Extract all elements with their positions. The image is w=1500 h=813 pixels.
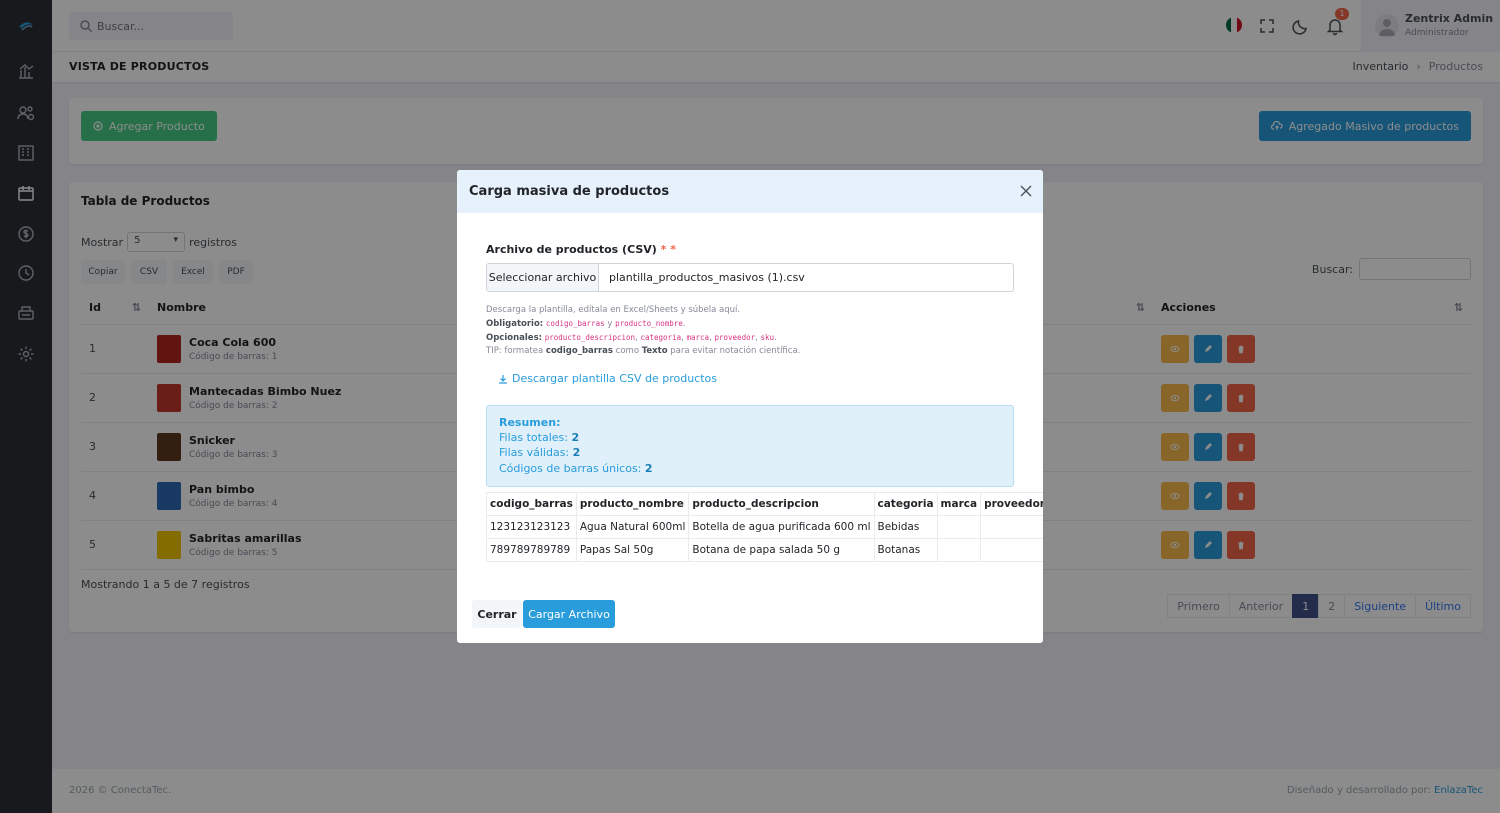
summary-unique: Códigos de barras únicos: 2: [499, 462, 653, 475]
preview-cell: [936, 515, 982, 539]
tip-word: Texto: [641, 346, 668, 356]
preview-cell: 789789789789: [486, 538, 577, 562]
modal-title: Carga masiva de productos: [469, 184, 670, 199]
close-icon[interactable]: [1019, 184, 1033, 198]
upload-file-button[interactable]: Cargar Archivo: [523, 600, 615, 628]
preview-column-header: marca: [936, 492, 982, 516]
bulk-upload-modal: Carga masiva de productos Archivo de pro…: [457, 170, 1043, 643]
required-marker: * *: [660, 243, 677, 256]
required-code: producto_nombre: [615, 319, 683, 328]
tip-code: codigo_barras: [545, 346, 613, 356]
optional-code: marca: [686, 333, 710, 342]
file-field-label-text: Archivo de productos (CSV): [486, 243, 657, 256]
preview-cell: Agua Natural 600ml: [575, 515, 690, 539]
preview-cell: Bebidas: [873, 515, 938, 539]
close-button[interactable]: Cerrar: [472, 600, 522, 628]
choose-file-button[interactable]: Seleccionar archivo: [487, 264, 599, 291]
tip-text: TIP: formatea: [486, 346, 544, 356]
optional-code: producto_descripcion: [544, 333, 636, 342]
preview-row: 123123123123 Agua Natural 600ml Botella de…: [486, 515, 1043, 539]
help-text-optional: Opcionales: producto_descripcion, catego…: [486, 333, 777, 343]
optional-code: proveedor: [714, 333, 756, 342]
summary-total: Filas totales: 2: [499, 431, 580, 444]
optional-code: categoria: [640, 333, 682, 342]
preview-column-header: producto_descripcion: [688, 492, 875, 516]
preview-cell: Botana de papa salada 50 g: [688, 538, 875, 562]
tip-text: como: [615, 346, 640, 356]
help-text-tip: TIP: formatea codigo_barras como Texto p…: [486, 346, 800, 356]
summary-valid: Filas válidas: 2: [499, 446, 581, 459]
help-text-download: Descarga la plantilla, edítala en Excel/…: [486, 305, 741, 315]
file-field-label: Archivo de productos (CSV) * *: [486, 243, 676, 256]
preview-column-header: proveedor: [980, 492, 1043, 516]
download-template-link[interactable]: Descargar plantilla CSV de productos: [498, 372, 717, 385]
required-code: codigo_barras: [545, 319, 605, 328]
download-template-label: Descargar plantilla CSV de productos: [512, 372, 717, 385]
optional-label: Opcionales:: [486, 333, 543, 343]
required-label: Obligatorio:: [486, 319, 544, 329]
tip-text: para evitar notación científica.: [670, 346, 801, 356]
csv-file-input[interactable]: Seleccionar archivo plantilla_productos_…: [486, 263, 1014, 292]
help-text-required: Obligatorio: codigo_barras y producto_no…: [486, 319, 686, 329]
preview-cell: [936, 538, 982, 562]
preview-cell: Botella de agua purificada 600 ml: [688, 515, 875, 539]
download-icon: [499, 374, 507, 384]
preview-column-header: codigo_barras: [486, 492, 577, 516]
preview-row: 789789789789 Papas Sal 50g Botana de papa …: [486, 538, 1043, 562]
summary-title: Resumen:: [499, 416, 561, 429]
optional-code: sku: [760, 333, 775, 342]
preview-cell: [980, 538, 1043, 562]
preview-column-header: producto_nombre: [575, 492, 690, 516]
preview-cell: 123123123123: [486, 515, 577, 539]
preview-cell: [980, 515, 1043, 539]
csv-preview-table: codigo_barras producto_nombre producto_des…: [486, 492, 1043, 562]
preview-cell: Papas Sal 50g: [575, 538, 690, 562]
preview-cell: Botanas: [873, 538, 938, 562]
help-conjunction: y: [607, 319, 613, 329]
preview-column-header: categoria: [873, 492, 938, 516]
selected-file-name: plantilla_productos_masivos (1).csv: [609, 271, 805, 284]
summary-alert: Resumen: Filas totales: 2 Filas válidas:…: [486, 405, 1014, 487]
modal-header: Carga masiva de productos: [457, 170, 1043, 213]
